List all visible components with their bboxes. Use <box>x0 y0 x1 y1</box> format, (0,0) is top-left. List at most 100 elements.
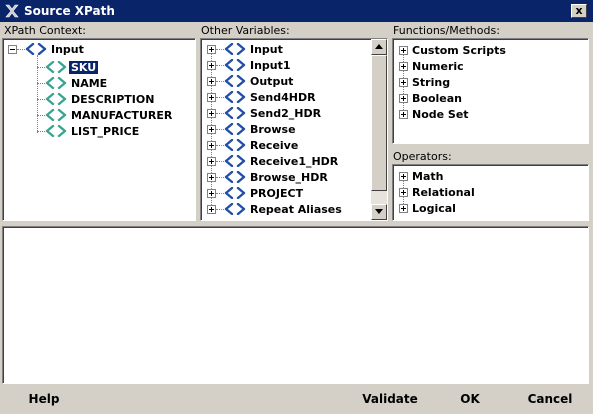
list-item[interactable]: Relational <box>399 184 475 200</box>
close-button[interactable]: x <box>571 4 587 18</box>
expand-icon[interactable] <box>399 77 408 87</box>
cancel-button[interactable]: Cancel <box>520 388 580 410</box>
tree-item-name[interactable]: NAME <box>37 75 107 91</box>
expand-icon[interactable] <box>207 140 216 150</box>
expand-icon[interactable] <box>207 108 216 118</box>
list-item[interactable]: Browse <box>207 121 296 137</box>
list-item[interactable]: Send2_HDR <box>207 105 321 121</box>
other-variables-label: Other Variables: <box>201 24 290 37</box>
tree-item-label: Send2_HDR <box>250 106 322 120</box>
expand-icon[interactable] <box>207 204 216 214</box>
list-item[interactable]: Logical <box>399 200 456 216</box>
expand-icon[interactable] <box>399 109 408 119</box>
list-item[interactable]: Receive1_HDR <box>207 153 338 169</box>
scroll-down-button[interactable] <box>371 204 387 220</box>
list-item[interactable]: Send4HDR <box>207 89 316 105</box>
help-button[interactable]: Help <box>22 388 66 410</box>
list-item[interactable]: Input1 <box>207 57 291 73</box>
element-tag-icon <box>45 61 67 73</box>
list-item[interactable]: Browse_HDR <box>207 169 328 185</box>
element-tag-icon <box>224 155 246 167</box>
element-tag-icon <box>45 77 67 89</box>
ok-button[interactable]: OK <box>452 388 488 410</box>
tree-item-label: Input <box>250 42 283 56</box>
xpath-expression-input[interactable] <box>2 226 589 384</box>
tree-item-label: Output <box>250 74 294 88</box>
list-item[interactable]: String <box>399 74 450 90</box>
expand-icon[interactable] <box>399 171 408 181</box>
tree-connector <box>216 208 224 210</box>
collapse-icon[interactable] <box>8 44 17 54</box>
tree-item-label: MANUFACTURER <box>71 108 173 122</box>
element-tag-icon <box>224 43 246 55</box>
list-item[interactable]: Repeat Aliases <box>207 201 342 217</box>
expand-icon[interactable] <box>399 187 408 197</box>
list-item[interactable]: Boolean <box>399 90 462 106</box>
tree-item-list-price[interactable]: LIST_PRICE <box>37 123 139 139</box>
expand-icon[interactable] <box>207 188 216 198</box>
expand-icon[interactable] <box>207 124 216 134</box>
tree-item-label: Receive1_HDR <box>250 154 339 168</box>
tree-item-description[interactable]: DESCRIPTION <box>37 91 154 107</box>
operators-label: Operators: <box>393 150 452 163</box>
tree-connector <box>216 144 224 146</box>
tree-item-label: String <box>412 75 451 89</box>
expand-icon[interactable] <box>207 92 216 102</box>
operators-list[interactable]: Math Relational Logical <box>392 164 589 221</box>
tree-item-label: Boolean <box>412 91 462 105</box>
title-bar[interactable]: Source XPath x <box>0 0 593 22</box>
scroll-up-button[interactable] <box>371 39 387 55</box>
list-item[interactable]: Receive <box>207 137 298 153</box>
tree-item-label: Browse_HDR <box>250 170 328 184</box>
list-item[interactable]: Input <box>207 41 283 57</box>
tree-connector <box>216 80 224 82</box>
list-item[interactable]: PROJECT <box>207 185 303 201</box>
element-tag-icon <box>224 91 246 103</box>
expand-icon[interactable] <box>399 61 408 71</box>
tree-item-sku[interactable]: SKU <box>37 59 99 75</box>
scroll-thumb[interactable] <box>371 55 387 191</box>
list-item[interactable]: Math <box>399 168 443 184</box>
expand-icon[interactable] <box>399 203 408 213</box>
tree-item-label: DESCRIPTION <box>71 92 155 106</box>
other-variables-list[interactable]: Input Input1 Output Send4HDR Send2_HDR Browse… <box>200 38 388 221</box>
element-tag-icon <box>45 93 67 105</box>
other-variables-scrollbar[interactable] <box>371 39 387 220</box>
tree-connector <box>216 160 224 162</box>
element-tag-icon <box>224 59 246 71</box>
tree-connector <box>216 176 224 178</box>
expand-icon[interactable] <box>207 44 216 54</box>
arrow-up-icon <box>375 44 383 49</box>
functions-list[interactable]: Custom Scripts Numeric String Boolean Node S… <box>392 38 589 144</box>
element-tag-icon <box>224 139 246 151</box>
tree-connector <box>37 114 45 116</box>
list-item[interactable]: Output <box>207 73 293 89</box>
xpath-context-tree[interactable]: Input SKU NAME DESCRIPTION MANUFACTURER LIST_… <box>2 38 196 221</box>
list-item[interactable]: Custom Scripts <box>399 42 506 58</box>
list-item[interactable]: Node Set <box>399 106 469 122</box>
validate-button[interactable]: Validate <box>356 388 424 410</box>
tree-connector <box>216 128 224 130</box>
tree-connector <box>37 66 45 68</box>
tree-item-label: NAME <box>71 76 108 90</box>
tree-item-root[interactable]: Input <box>8 41 84 57</box>
element-tag-icon <box>25 43 47 55</box>
xpath-context-label: XPath Context: <box>4 24 86 37</box>
expand-icon[interactable] <box>207 156 216 166</box>
tree-item-label: Math <box>412 169 444 183</box>
expand-icon[interactable] <box>207 60 216 70</box>
element-tag-icon <box>224 203 246 215</box>
tree-connector <box>37 82 45 84</box>
tree-item-label: Logical <box>412 201 456 215</box>
expand-icon[interactable] <box>207 76 216 86</box>
tree-connector <box>37 130 45 132</box>
expand-icon[interactable] <box>399 45 408 55</box>
tree-item-label: LIST_PRICE <box>71 124 140 138</box>
tree-item-label: Numeric <box>412 59 464 73</box>
x-logo-icon <box>5 4 19 18</box>
element-tag-icon <box>224 107 246 119</box>
expand-icon[interactable] <box>399 93 408 103</box>
tree-item-manufacturer[interactable]: MANUFACTURER <box>37 107 172 123</box>
expand-icon[interactable] <box>207 172 216 182</box>
list-item[interactable]: Numeric <box>399 58 464 74</box>
